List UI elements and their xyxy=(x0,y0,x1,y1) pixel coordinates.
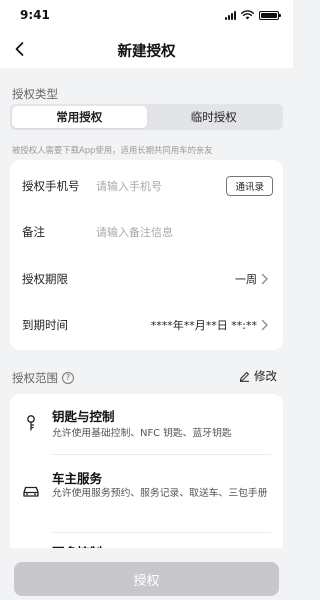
expire-value: ****年**月**日 **:** xyxy=(150,319,257,332)
question-icon[interactable]: ? xyxy=(62,372,74,384)
chevron-right-icon xyxy=(261,319,268,331)
expire-row[interactable]: 到期时间 ****年**月**日 **:** xyxy=(10,305,283,345)
status-bar: 9:41 xyxy=(0,0,293,30)
status-time: 9:41 xyxy=(20,8,50,22)
chevron-right-icon xyxy=(261,273,268,285)
remark-label: 备注 xyxy=(22,225,45,239)
edit-icon xyxy=(240,371,249,382)
tab-regular-auth[interactable]: 常用授权 xyxy=(12,106,147,128)
authorization-form-card: 授权手机号 通讯录 备注 授权期限 一周 到期时间 ****年**月**日 **… xyxy=(10,160,283,350)
phone-row: 授权手机号 通讯录 xyxy=(10,166,283,206)
auth-type-hint: 被授权人需要下载App使用，适用长期共同用车的亲友 xyxy=(12,145,213,155)
auth-type-segmented-control: 常用授权 临时授权 xyxy=(10,104,283,130)
divider xyxy=(52,454,271,455)
scope-item-desc: 允许使用服务预约、服务记录、取送车、三包手册 xyxy=(52,488,268,499)
period-value: 一周 xyxy=(235,273,257,286)
car-icon xyxy=(23,486,39,497)
scope-label-group: 授权范围 ? xyxy=(12,370,74,386)
edit-scope-button[interactable]: 修改 xyxy=(239,368,277,384)
remark-row: 备注 xyxy=(10,212,283,252)
scope-card: 钥匙与控制 允许使用基础控制、NFC 钥匙、蓝牙钥匙 车主服务 允许使用服务预约… xyxy=(10,394,283,564)
status-icons xyxy=(225,10,281,20)
page-title: 新建授权 xyxy=(117,44,176,60)
authorize-button[interactable]: 授权 xyxy=(14,562,279,596)
scope-label: 授权范围 xyxy=(12,371,58,385)
tab-temporary-auth[interactable]: 临时授权 xyxy=(147,106,282,128)
edit-scope-label: 修改 xyxy=(254,369,277,383)
cellular-signal-icon xyxy=(225,10,236,20)
key-icon xyxy=(27,415,35,431)
contacts-button[interactable]: 通讯录 xyxy=(226,176,273,196)
auth-type-label: 授权类型 xyxy=(12,87,58,101)
navigation-bar: 新建授权 xyxy=(0,30,293,68)
battery-icon xyxy=(259,10,281,20)
phone-label: 授权手机号 xyxy=(22,179,80,193)
divider xyxy=(52,532,271,533)
phone-input[interactable] xyxy=(96,179,206,193)
expire-label: 到期时间 xyxy=(22,318,68,332)
period-row[interactable]: 授权期限 一周 xyxy=(10,259,283,299)
wifi-icon xyxy=(241,10,254,20)
remark-input[interactable] xyxy=(96,225,266,239)
scope-item-desc: 允许使用基础控制、NFC 钥匙、蓝牙钥匙 xyxy=(52,428,232,439)
scope-item-title: 钥匙与控制 xyxy=(52,409,115,424)
scope-item-title: 车主服务 xyxy=(52,471,103,486)
period-label: 授权期限 xyxy=(22,272,68,286)
